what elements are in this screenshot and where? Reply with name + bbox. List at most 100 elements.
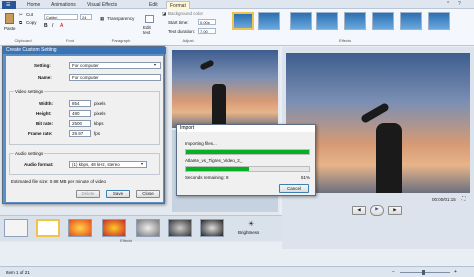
dialog-body: Setting: For computer ▾ Name: For comput… (6, 56, 163, 202)
import-dialog: Import Importing files... Atlante_vs_Tig… (176, 124, 316, 196)
effects-group-label: Effects (338, 38, 352, 43)
framerate-field[interactable]: 29.97 (69, 130, 91, 137)
effects-strip-label: Effects (120, 238, 133, 243)
cut-button[interactable]: ✂ Cut (19, 12, 39, 18)
play-button[interactable]: ▶ (370, 205, 384, 216)
audio-format-select[interactable]: (1) kbps, 48 kHz, stereo (69, 161, 147, 168)
storyboard-clip[interactable] (172, 50, 278, 128)
tab-animations[interactable]: Animations (48, 1, 79, 9)
width-unit: pixels (94, 101, 106, 106)
clipboard-group-label: Clipboard (14, 38, 32, 43)
effect-thumb-selected[interactable] (36, 219, 60, 237)
fullscreen-icon[interactable]: ⛶ (462, 196, 466, 202)
paragraph-group-label: Paragraph (111, 38, 131, 43)
name-field[interactable]: For computer (69, 74, 161, 81)
font-size-select[interactable]: 24 (80, 14, 92, 20)
import-status: Importing files... (185, 141, 217, 146)
adjust-group-label: Adjust (182, 38, 194, 43)
bitrate-label: Bit rate: (36, 121, 54, 126)
effect-thumb-6[interactable] (372, 12, 394, 30)
estimated-file-size: Estimated file size: 0.88 MB per minute … (11, 179, 107, 184)
bitrate-field[interactable]: 2500 (69, 120, 91, 127)
status-bar: Item 1 of 21 − + (0, 266, 474, 277)
italic-button[interactable]: I (52, 23, 53, 29)
width-label: Width: (39, 101, 53, 106)
help-icon[interactable]: ? (458, 1, 461, 7)
save-button[interactable]: Save (106, 190, 130, 198)
paint-bucket-icon: ◪ (162, 11, 167, 16)
bold-button[interactable]: B (44, 23, 48, 29)
preview-silhouette-child (360, 102, 390, 124)
brightness-label: Brightness (238, 230, 260, 235)
ribbon-tab-bar: ☰ Home Animations Visual Effects Edit Fo… (0, 0, 474, 9)
width-field[interactable]: 854 (69, 100, 91, 107)
effect-thumb-7[interactable] (400, 12, 422, 30)
effect-warm-thumb[interactable] (68, 219, 92, 237)
effect-thumb-3[interactable] (290, 12, 312, 30)
zoom-slider-thumb[interactable] (422, 270, 425, 275)
name-label: Name: (38, 75, 52, 80)
chevron-down-icon: ▾ (154, 62, 157, 67)
playback-controls: ◀ ▶ ▶ (352, 205, 402, 217)
effect-bw-thumb[interactable] (200, 219, 224, 237)
cut-label: Cut (26, 12, 34, 17)
import-title-bar: Import (177, 125, 315, 132)
clip-silhouette-child (199, 59, 215, 71)
file-progress-bar (185, 166, 310, 172)
import-progress-bar (185, 149, 310, 155)
import-filename: Atlante_vs_Tigres_Video_2_ (185, 158, 243, 163)
framerate-label: Frame rate: (28, 131, 53, 136)
height-field[interactable]: 480 (69, 110, 91, 117)
setting-select[interactable]: For computer (69, 62, 161, 69)
effect-dark-thumb[interactable] (168, 219, 192, 237)
paste-label: Paste (4, 26, 16, 31)
effects-strip: ☀ Brightness Effects (0, 215, 282, 243)
next-frame-button[interactable]: ▶ (388, 206, 402, 215)
copy-label: Copy (26, 20, 37, 25)
preview-silhouette-adult (376, 123, 402, 193)
effect-thumb-4[interactable] (316, 12, 338, 30)
text-duration-input[interactable]: 7.00 (198, 28, 216, 34)
file-menu-button[interactable]: ☰ (2, 1, 16, 9)
effect-thumb-5[interactable] (344, 12, 366, 30)
tab-format[interactable]: Format (166, 1, 190, 9)
brightness-icon: ☀ (248, 221, 255, 228)
item-count: Item 1 of 21 (6, 270, 30, 275)
zoom-out-icon[interactable]: − (392, 269, 395, 275)
tab-home[interactable]: Home (24, 1, 43, 9)
start-time-input[interactable]: 0.00s (198, 19, 216, 25)
previous-frame-button[interactable]: ◀ (352, 206, 366, 215)
copy-button[interactable]: ⧉ Copy (19, 20, 39, 26)
effect-thumb-1[interactable] (232, 12, 254, 30)
background-color-label: Background color (168, 11, 204, 16)
effect-thumb-8[interactable] (428, 12, 450, 30)
zoom-slider[interactable] (400, 270, 450, 275)
paste-button[interactable]: Paste (3, 11, 17, 33)
height-label: Height: (36, 111, 52, 116)
font-family-select[interactable]: Calibri (44, 14, 78, 20)
font-color-button[interactable]: A (60, 23, 63, 29)
edit-text-button[interactable]: Edit text (143, 15, 156, 35)
effect-gray-thumb[interactable] (136, 219, 160, 237)
font-group-label: Font (65, 38, 74, 43)
video-settings-heading: Video settings (14, 89, 45, 94)
minimize-ribbon-icon[interactable]: ⌃ (446, 1, 450, 7)
close-button[interactable]: Close (136, 190, 160, 198)
effect-none-thumb[interactable] (4, 219, 28, 237)
audio-settings-heading: Audio settings (14, 151, 45, 156)
edit-text-icon (145, 15, 154, 23)
import-progress-fill (186, 150, 309, 154)
brightness-button[interactable]: ☀ Brightness (236, 220, 272, 238)
text-duration-label: Text duration: (168, 29, 196, 34)
delete-button[interactable]: Delete (76, 190, 100, 198)
tab-visual-effects[interactable]: Visual Effects (84, 1, 120, 9)
menu-icon: ☰ (6, 2, 11, 8)
zoom-in-icon[interactable]: + (454, 269, 457, 275)
start-time-label: Start time: (168, 20, 189, 25)
effect-red-thumb[interactable] (102, 219, 126, 237)
create-custom-setting-dialog: Create Custom Setting Setting: For compu… (2, 46, 166, 204)
cancel-button[interactable]: Cancel (279, 184, 309, 193)
tab-edit[interactable]: Edit (146, 1, 161, 9)
edit-text-label: Edit text (143, 25, 151, 35)
effect-thumb-2[interactable] (258, 12, 280, 30)
